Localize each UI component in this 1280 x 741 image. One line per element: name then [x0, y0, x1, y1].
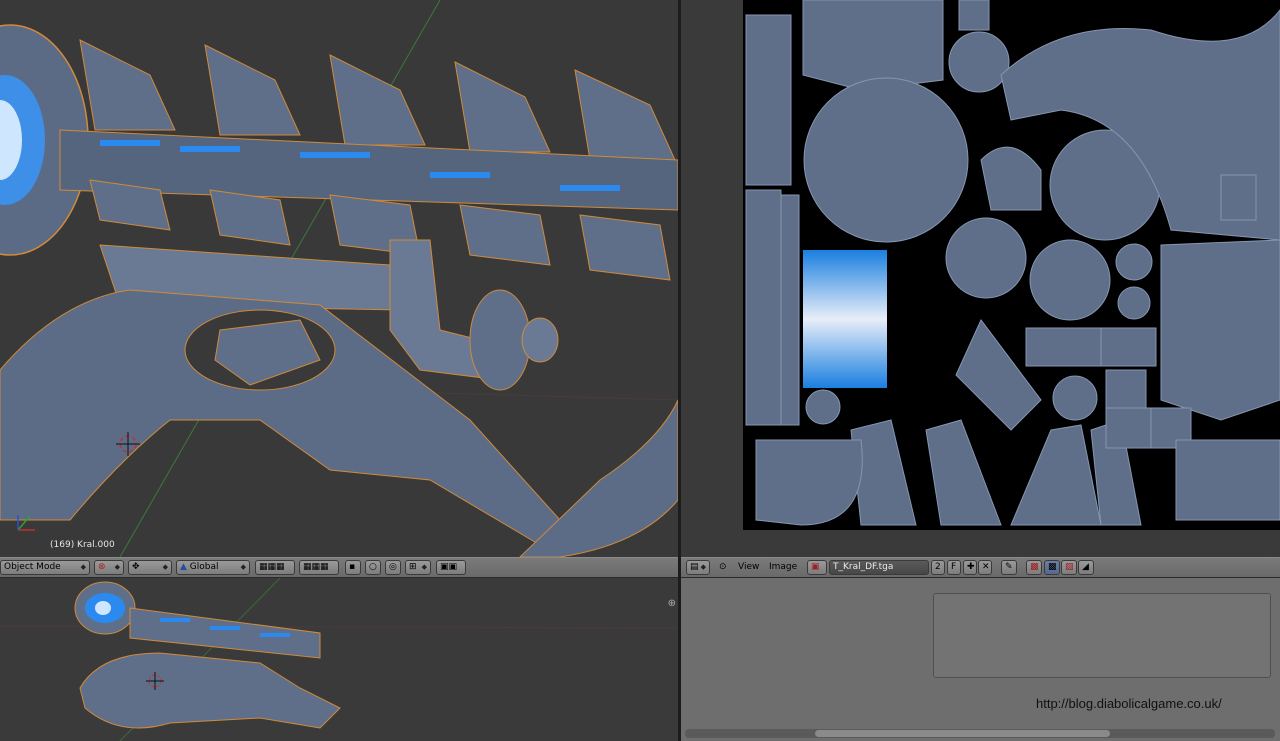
object-name-label: (169) Kral.000	[50, 540, 115, 550]
image-editor-icon: ▤	[690, 562, 699, 572]
new-icon: ✚	[967, 562, 975, 572]
pin-button[interactable]: ✎	[1001, 560, 1017, 575]
lock-icon: ▪	[349, 562, 356, 572]
orientation-selector[interactable]: ▲ Global ◆	[176, 560, 250, 575]
checker-icon: ▩	[1048, 562, 1057, 572]
snap-target-button[interactable]: ⊞ ◆	[405, 560, 431, 575]
manipulator-icon: ▲	[180, 562, 187, 572]
fake-user-button[interactable]: F	[947, 560, 961, 575]
uv-texture-image	[743, 0, 1280, 530]
weapon-model-thumbnail	[0, 578, 678, 741]
viewport-3d[interactable]: (169) Kral.000	[0, 0, 678, 557]
pivot-point-button[interactable]: ✥ ◆	[128, 560, 172, 575]
draw-channels-rgb[interactable]: ▩	[1026, 560, 1042, 575]
magnet-icon: ◎	[389, 562, 397, 572]
draw-channels-rgba[interactable]: ▩	[1044, 560, 1060, 575]
unlink-image-button[interactable]: ✕	[978, 560, 992, 575]
menu-view[interactable]: View	[738, 562, 759, 572]
browse-image-button[interactable]: ▣	[807, 560, 827, 575]
layers-group-2[interactable]: ▦▦▦	[299, 560, 339, 575]
scrollbar-thumb[interactable]	[815, 730, 1110, 737]
users-count[interactable]: 2	[931, 560, 945, 575]
draw-channels-alpha[interactable]: ▨	[1061, 560, 1077, 575]
emissive-gradient-strip	[803, 250, 887, 388]
lock-camera-button[interactable]: ▪	[345, 560, 361, 575]
close-icon: ✕	[982, 562, 990, 572]
collapse-menu-icon[interactable]: ⊙	[719, 562, 727, 572]
add-area-icon[interactable]: ⊕	[668, 598, 676, 609]
snap-icon: ⊞	[409, 562, 417, 572]
new-image-button[interactable]: ✚	[963, 560, 977, 575]
circle-icon: ○	[369, 562, 377, 572]
viewport-3d-secondary[interactable]: ⊕	[0, 578, 678, 741]
render-icon: ▣▣	[440, 562, 458, 572]
watermark-url: http://blog.diabolicalgame.co.uk/	[1036, 696, 1222, 711]
render-buttons[interactable]: ▣▣	[436, 560, 466, 575]
pivot-icon: ✥	[132, 562, 140, 572]
proportional-edit-button[interactable]: ○	[365, 560, 381, 575]
mode-selector[interactable]: Object Mode ◆	[0, 560, 90, 575]
image-editor-viewport[interactable]	[681, 0, 1280, 557]
pin-icon: ✎	[1005, 562, 1013, 572]
viewport-shading-icon: ⊗	[98, 562, 106, 572]
layers-icon: ▦▦▦	[259, 562, 285, 572]
weapon-model-render	[0, 0, 678, 557]
viewport-3d-header: Object Mode ◆ ⊗ ◆ ✥ ◆ ▲ Global ◆ ▦▦▦ ▦▦▦ ▪ ○…	[0, 557, 678, 578]
gradient-icon: ◢	[1082, 562, 1089, 572]
layers-group-1[interactable]: ▦▦▦	[255, 560, 295, 575]
checker-icon: ▨	[1065, 562, 1074, 572]
menu-image[interactable]: Image	[769, 562, 797, 572]
layers-icon: ▦▦▦	[303, 562, 329, 572]
draw-channels-z[interactable]: ◢	[1078, 560, 1094, 575]
checker-icon: ▩	[1030, 562, 1039, 572]
image-icon: ▣	[811, 562, 820, 572]
snap-button[interactable]: ◎	[385, 560, 401, 575]
editor-type-button[interactable]: ▤ ◆	[686, 560, 710, 575]
image-editor-header: ▤ ◆ ⊙ View Image ▣ T_Kral_DF.tga 2 F ✚ ✕ …	[681, 557, 1280, 578]
empty-panel	[933, 593, 1271, 678]
image-name-field[interactable]: T_Kral_DF.tga	[829, 560, 929, 575]
viewport-shading-button[interactable]: ⊗ ◆	[94, 560, 124, 575]
